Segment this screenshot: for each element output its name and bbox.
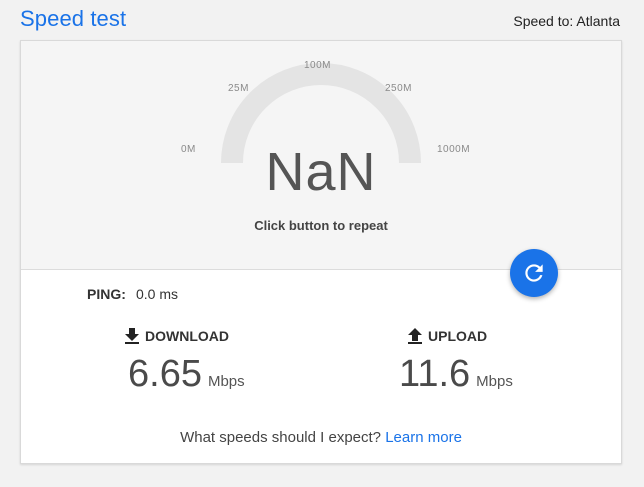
upload-unit: Mbps xyxy=(476,373,513,390)
page-title: Speed test xyxy=(20,6,127,31)
gauge-tick-3: 250M xyxy=(385,83,413,94)
server-location: Speed to: Atlanta xyxy=(513,13,620,29)
gauge-tick-0: 0M xyxy=(181,144,196,155)
upload-icon xyxy=(408,328,422,344)
download-unit: Mbps xyxy=(207,373,245,390)
repeat-test-button[interactable] xyxy=(510,249,558,297)
learn-more-link[interactable]: Learn more xyxy=(385,429,462,446)
download-icon xyxy=(125,328,139,344)
download-value: 6.65 xyxy=(128,353,202,395)
refresh-icon xyxy=(525,264,543,282)
speed-test-page: Speed test Speed to: Atlanta 0M 25M 100M… xyxy=(0,0,644,487)
upload-label: UPLOAD xyxy=(428,328,488,344)
upload-header: UPLOAD xyxy=(408,328,487,344)
gauge-tick-4: 1000M xyxy=(437,144,471,155)
ping-label: PING: xyxy=(87,286,126,302)
upload-result: 11.6 Mbps xyxy=(399,353,513,396)
download-result: 6.65 Mbps xyxy=(128,353,245,396)
speed-question: What speeds should I expect? xyxy=(180,429,382,446)
upload-value: 11.6 xyxy=(399,353,471,395)
gauge-tick-2: 100M xyxy=(304,60,332,71)
speed-test-card: 0M 25M 100M 250M 1000M NaN Click button … xyxy=(20,40,622,464)
speed-info-footer: What speeds should I expect? Learn more xyxy=(21,429,621,446)
gauge-tick-1: 25M xyxy=(228,83,249,94)
gauge-caption: Click button to repeat xyxy=(254,218,388,233)
ping-value: 0.0 ms xyxy=(136,286,179,302)
gauge-panel: 0M 25M 100M 250M 1000M NaN Click button … xyxy=(21,41,621,270)
gauge-value: NaN xyxy=(265,142,377,202)
download-label: DOWNLOAD xyxy=(145,328,229,344)
download-header: DOWNLOAD xyxy=(125,328,229,344)
